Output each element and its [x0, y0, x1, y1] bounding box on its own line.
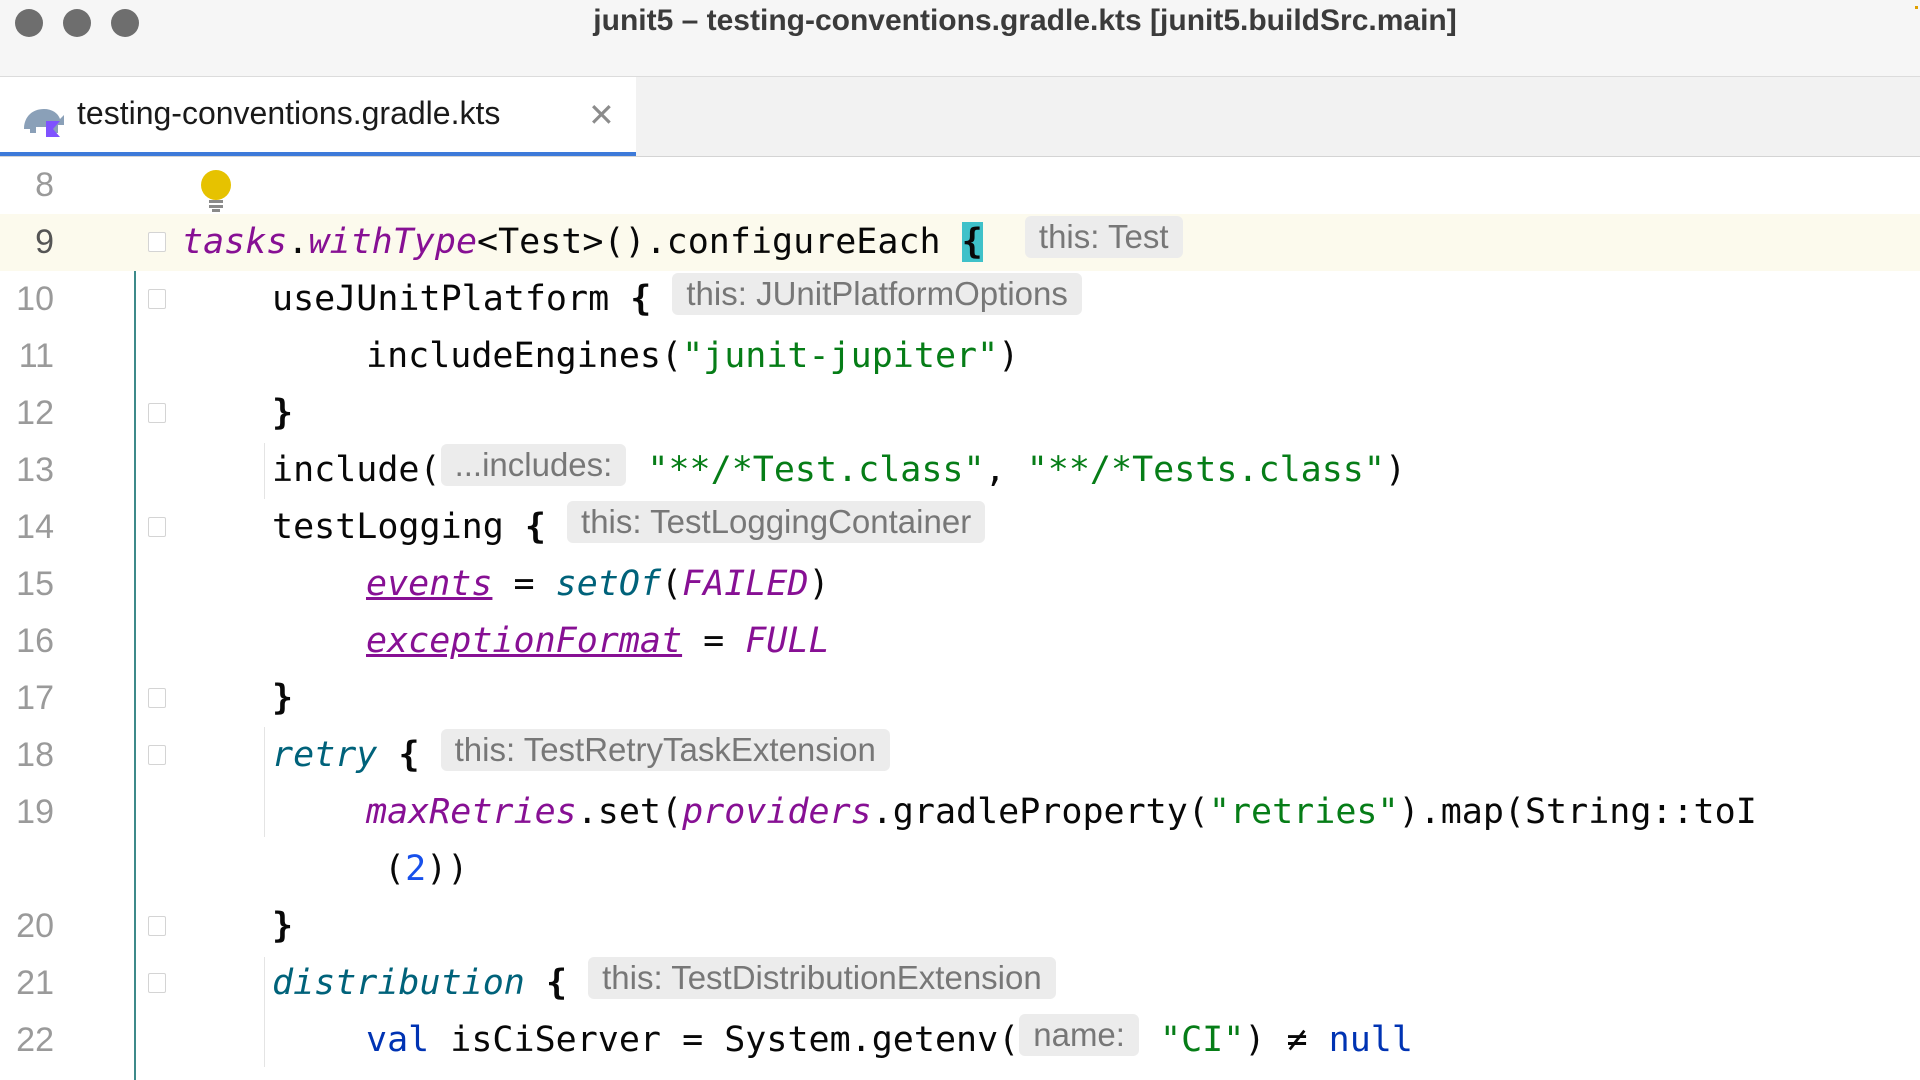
fold-marker-icon[interactable] [148, 973, 166, 993]
code-line: 16 exceptionFormat = FULL [0, 613, 1920, 670]
inlay-hint: this: TestDistributionExtension [588, 957, 1056, 999]
code-line: 21 distribution { this: TestDistribution… [0, 955, 1920, 1012]
line-number: 18 [16, 736, 54, 774]
code-line: 13 include(...includes: "**/*Test.class"… [0, 442, 1920, 499]
code-line: 22 val isCiServer = System.getenv(name: … [0, 1012, 1920, 1069]
tab-testing-conventions[interactable]: testing-conventions.gradle.kts ✕ [0, 77, 636, 156]
line-number: 21 [16, 964, 54, 1002]
code-line: 10 useJUnitPlatform { this: JUnitPlatfor… [0, 271, 1920, 328]
inlay-hint: this: TestRetryTaskExtension [440, 729, 890, 771]
status-dot [1915, 6, 1918, 9]
code-text: includeEngines("junit-jupiter") [366, 336, 1020, 376]
line-number: 13 [16, 451, 54, 489]
close-tab-icon[interactable]: ✕ [588, 99, 615, 131]
code-text: maxRetries.set(providers.gradleProperty(… [366, 792, 1757, 832]
code-line: 11 includeEngines("junit-jupiter") [0, 328, 1920, 385]
gradle-kotlin-icon [24, 109, 64, 137]
code-line: 12 } [0, 385, 1920, 442]
lightbulb-icon[interactable] [198, 169, 234, 213]
fold-marker-icon[interactable] [148, 916, 166, 936]
code-line-wrapped: (2)) [0, 841, 1920, 898]
window-titlebar: junit5 – testing-conventions.gradle.kts … [0, 0, 1920, 77]
code-editor[interactable]: 8 9 tasks.withType<Test>().configureEach… [0, 157, 1920, 1080]
code-line: 17 } [0, 670, 1920, 727]
line-number: 15 [16, 565, 54, 603]
line-number: 14 [16, 508, 54, 546]
code-line: 15 events = setOf(FAILED) [0, 556, 1920, 613]
code-text: retry { this: TestRetryTaskExtension [272, 727, 890, 784]
inlay-hint: this: JUnitPlatformOptions [672, 273, 1082, 315]
code-text: exceptionFormat = FULL [366, 621, 830, 661]
code-line: 20 } [0, 898, 1920, 955]
code-line: 18 retry { this: TestRetryTaskExtension [0, 727, 1920, 784]
line-number: 19 [16, 793, 54, 831]
inlay-hint: name: [1019, 1014, 1139, 1056]
fold-marker-icon[interactable] [148, 517, 166, 537]
code-text: testLogging { this: TestLoggingContainer [272, 499, 986, 556]
code-line: 14 testLogging { this: TestLoggingContai… [0, 499, 1920, 556]
inlay-hint: this: TestLoggingContainer [567, 501, 986, 543]
line-number: 12 [16, 394, 54, 432]
inlay-hint: this: Test [1024, 216, 1183, 258]
code-text: useJUnitPlatform { this: JUnitPlatformOp… [272, 271, 1082, 328]
code-text: } [272, 678, 294, 718]
code-text: include(...includes: "**/*Test.class", "… [272, 444, 1407, 490]
editor-tab-bar: testing-conventions.gradle.kts ✕ [0, 77, 1920, 157]
code-text: events = setOf(FAILED) [366, 564, 830, 604]
code-line: 8 [0, 157, 1920, 214]
code-line: 19 maxRetries.set(providers.gradleProper… [0, 784, 1920, 841]
code-text: tasks.withType<Test>().configureEach { t… [182, 214, 1183, 271]
fold-marker-icon[interactable] [148, 403, 166, 423]
code-text: } [272, 906, 294, 946]
line-number: 9 [35, 223, 54, 261]
line-number: 8 [35, 166, 54, 204]
code-text: } [272, 393, 294, 433]
line-number: 20 [16, 907, 54, 945]
line-number: 11 [18, 337, 54, 375]
code-text: distribution { this: TestDistributionExt… [272, 955, 1056, 1012]
fold-marker-icon[interactable] [148, 688, 166, 708]
line-number: 17 [16, 679, 54, 717]
inlay-hint: ...includes: [440, 444, 627, 486]
line-number: 16 [16, 622, 54, 660]
code-text: val isCiServer = System.getenv(name: "CI… [366, 1014, 1413, 1060]
window-title: junit5 – testing-conventions.gradle.kts … [593, 4, 1457, 37]
line-number: 10 [16, 280, 54, 318]
tab-label: testing-conventions.gradle.kts [77, 95, 501, 131]
line-number: 22 [16, 1021, 54, 1059]
fold-marker-icon[interactable] [148, 232, 166, 252]
code-text: (2)) [384, 849, 469, 889]
code-line-current: 9 tasks.withType<Test>().configureEach {… [0, 214, 1920, 271]
fold-marker-icon[interactable] [148, 745, 166, 765]
fold-marker-icon[interactable] [148, 289, 166, 309]
